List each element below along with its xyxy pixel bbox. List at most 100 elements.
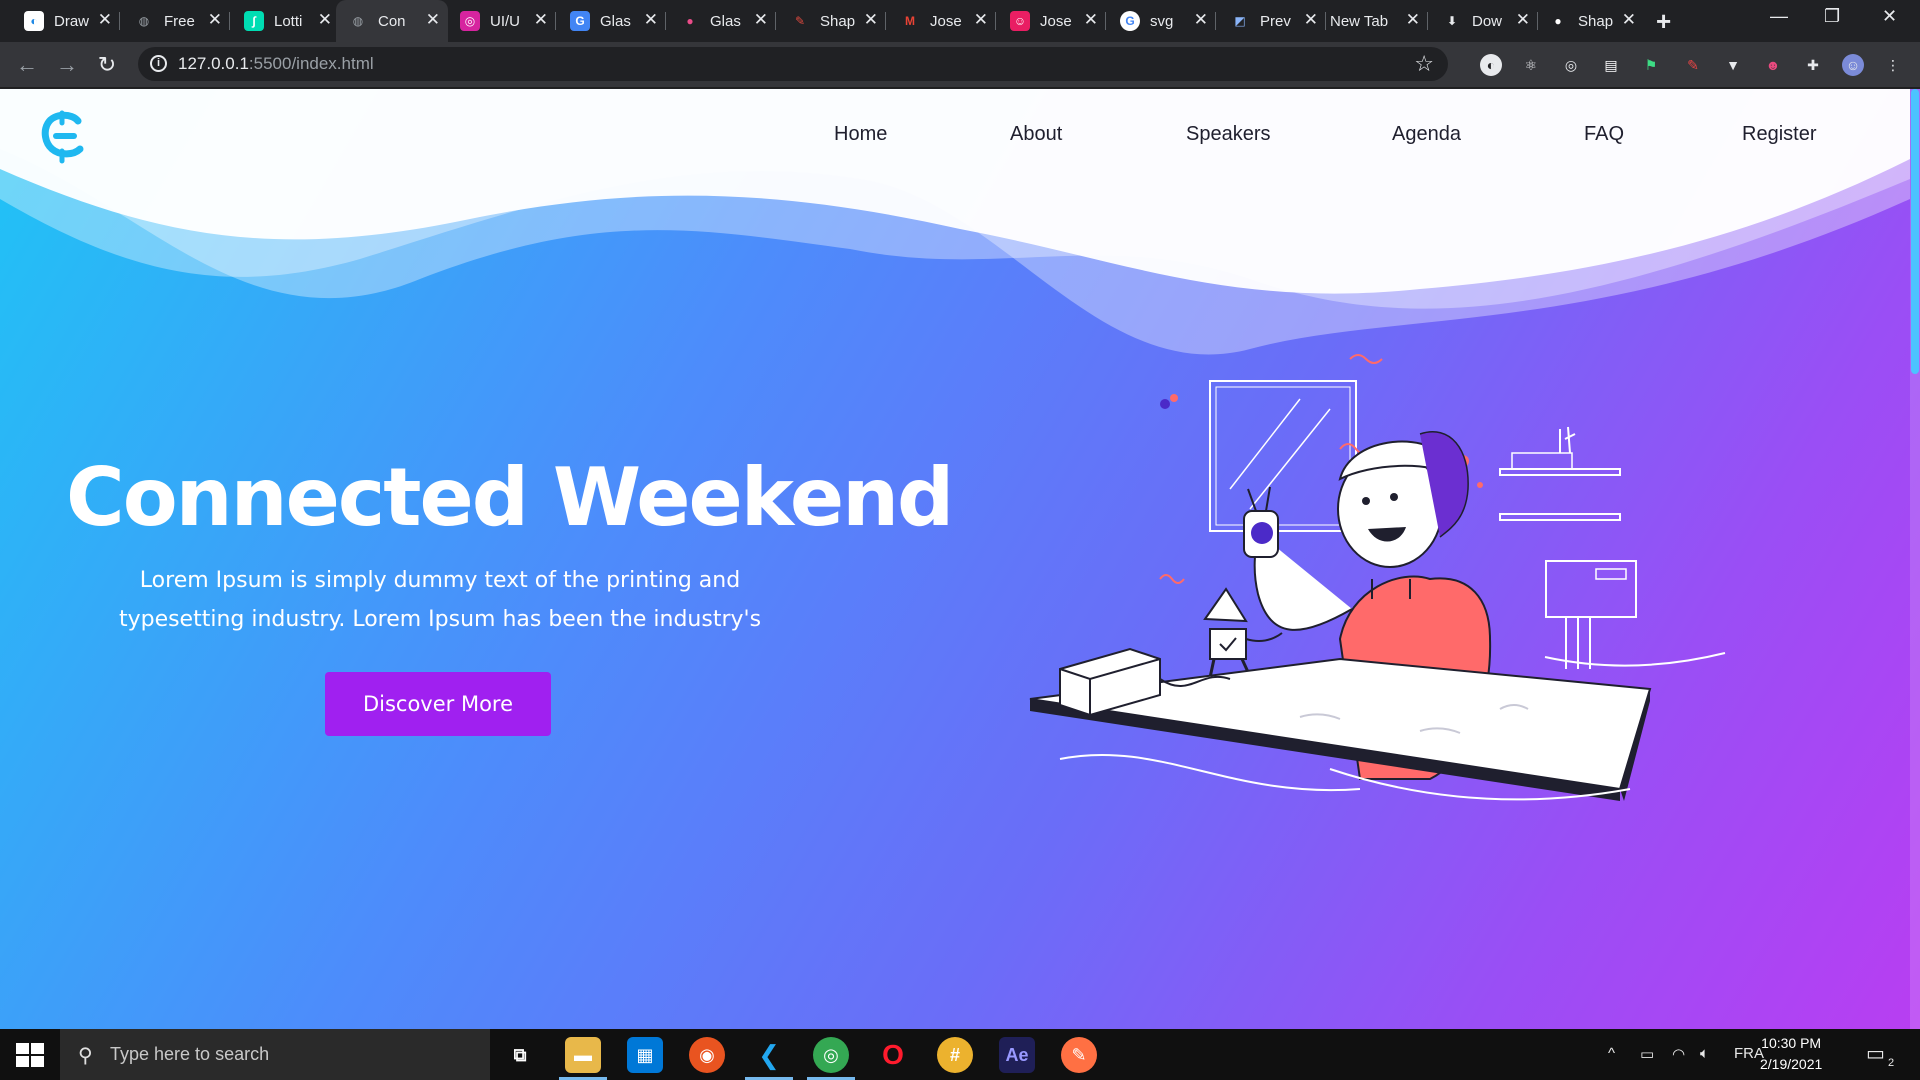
tab-draw[interactable]: ◐ Draw ✕: [12, 8, 120, 34]
system-clock[interactable]: 10:30 PM 2/19/2021: [1760, 1033, 1822, 1075]
tab-shap-2[interactable]: ● Shap ✕: [1536, 8, 1644, 34]
shape-icon: ✎: [794, 14, 806, 28]
after-effects-icon[interactable]: Ae: [999, 1037, 1035, 1073]
forward-arrow-icon[interactable]: →: [52, 50, 82, 80]
tab-title: Shap: [1578, 12, 1614, 30]
close-icon[interactable]: ✕: [1516, 10, 1530, 30]
wifi-icon[interactable]: ◠: [1672, 1045, 1685, 1063]
tab-title: Con: [378, 12, 406, 30]
react-devtools-icon[interactable]: ⚛: [1520, 54, 1542, 76]
tab-title: Lotti: [274, 12, 303, 30]
nav-home[interactable]: Home: [834, 123, 887, 146]
address-bar[interactable]: i 127.0.0.1:5500/index.html ☆: [138, 47, 1448, 81]
site-header: Home About Speakers Agenda FAQ Register: [0, 89, 1910, 189]
flag-icon[interactable]: ⚑: [1640, 54, 1662, 76]
nav-about[interactable]: About: [1010, 123, 1062, 146]
nav-speakers[interactable]: Speakers: [1186, 123, 1271, 146]
new-tab-button[interactable]: +: [1656, 6, 1671, 37]
url-text[interactable]: 127.0.0.1:5500/index.html: [178, 54, 374, 74]
close-icon[interactable]: ✕: [1406, 10, 1420, 30]
tab-new-tab[interactable]: New Tab ✕: [1318, 8, 1428, 34]
avatar[interactable]: ☺: [1842, 54, 1864, 76]
scrollbar-thumb[interactable]: [1911, 89, 1919, 374]
tab-svg[interactable]: G svg ✕: [1108, 8, 1216, 34]
reload-icon[interactable]: ↻: [92, 50, 122, 80]
close-icon[interactable]: ✕: [974, 10, 988, 30]
nav-agenda[interactable]: Agenda: [1392, 123, 1461, 146]
bookmark-star-icon[interactable]: ☆: [1414, 51, 1434, 77]
notes-icon[interactable]: ▤: [1600, 54, 1622, 76]
site-logo[interactable]: [40, 109, 90, 165]
taskbar-search[interactable]: ⚲ Type here to search: [60, 1029, 490, 1080]
battery-icon[interactable]: ▭: [1640, 1045, 1654, 1063]
search-icon: ⚲: [78, 1045, 93, 1067]
tab-title: Jose: [1040, 12, 1072, 30]
tab-lottie[interactable]: ∫ Lotti ✕: [232, 8, 340, 34]
close-icon[interactable]: ✕: [1194, 10, 1208, 30]
chevron-up-icon[interactable]: ^: [1608, 1045, 1615, 1062]
tab-title: UI/U: [490, 12, 520, 30]
download-icon: ⬇: [1446, 14, 1458, 28]
close-icon[interactable]: ✕: [426, 10, 440, 30]
url-host: 127.0.0.1: [178, 54, 249, 73]
close-icon[interactable]: ✕: [864, 10, 878, 30]
close-icon[interactable]: ✕: [754, 10, 768, 30]
close-icon[interactable]: ✕: [318, 10, 332, 30]
tab-title: Glas: [600, 12, 631, 30]
tab-glas-1[interactable]: G Glas ✕: [558, 8, 666, 34]
close-icon[interactable]: ✕: [208, 10, 222, 30]
close-icon[interactable]: ✕: [1622, 10, 1636, 30]
tab-prev[interactable]: ◩ Prev ✕: [1218, 8, 1326, 34]
minimize-icon[interactable]: —: [1770, 6, 1788, 27]
sketch-pen-icon[interactable]: ✎: [1061, 1037, 1097, 1073]
tab-title: Prev: [1260, 12, 1291, 30]
close-icon[interactable]: ✕: [98, 10, 112, 30]
tab-uiux[interactable]: ◎ UI/U ✕: [448, 8, 556, 34]
windows-start-icon[interactable]: [14, 1041, 46, 1069]
close-icon[interactable]: ✕: [1084, 10, 1098, 30]
nav-faq[interactable]: FAQ: [1584, 123, 1624, 146]
close-icon[interactable]: ✕: [534, 10, 548, 30]
store-icon[interactable]: ▦: [627, 1037, 663, 1073]
preview-icon: ◩: [1234, 14, 1246, 28]
pen-extension-icon[interactable]: ✎: [1682, 54, 1704, 76]
clock-time: 10:30 PM: [1761, 1035, 1822, 1051]
url-path: :5500/index.html: [248, 54, 374, 73]
notification-center-icon[interactable]: ▭: [1866, 1041, 1885, 1066]
dribbble-icon: ●: [686, 14, 694, 28]
back-arrow-icon[interactable]: ←: [12, 50, 42, 80]
nav-register[interactable]: Register: [1742, 123, 1816, 146]
ubuntu-icon[interactable]: ◉: [689, 1037, 725, 1073]
vue-devtools-icon[interactable]: ▼: [1722, 54, 1744, 76]
tab-jose-gmail[interactable]: M Jose ✕: [888, 8, 996, 34]
page-scrollbar[interactable]: [1910, 89, 1920, 1029]
chrome-icon[interactable]: ◎: [807, 1037, 855, 1080]
google-icon: G: [1120, 11, 1140, 31]
file-explorer-icon[interactable]: ▬: [559, 1037, 607, 1080]
tab-connected-active[interactable]: ◍ Con ✕: [336, 0, 448, 42]
tab-download[interactable]: ⬇ Dow ✕: [1430, 8, 1538, 34]
slack-icon[interactable]: #: [937, 1037, 973, 1073]
task-view-icon[interactable]: ⧉: [502, 1037, 538, 1073]
vscode-icon[interactable]: ❮: [745, 1037, 793, 1080]
opera-icon[interactable]: O: [875, 1037, 911, 1073]
extensions-puzzle-icon[interactable]: ✚: [1802, 54, 1824, 76]
globe-icon: ◍: [138, 14, 150, 28]
notification-badge: 2: [1888, 1057, 1895, 1069]
restore-icon[interactable]: ❐: [1824, 6, 1840, 27]
tab-glas-2[interactable]: ● Glas ✕: [668, 8, 776, 34]
extension-icon[interactable]: ◐: [1480, 54, 1502, 76]
tab-title: Jose: [930, 12, 962, 30]
tab-free[interactable]: ◍ Free ✕: [122, 8, 230, 34]
target-icon[interactable]: ◎: [1560, 54, 1582, 76]
tab-jose-profile[interactable]: ☺ Jose ✕: [998, 8, 1106, 34]
tab-shap-1[interactable]: ✎ Shap ✕: [778, 8, 886, 34]
kebab-menu-icon[interactable]: ⋮: [1882, 54, 1904, 76]
close-window-icon[interactable]: ✕: [1882, 6, 1897, 27]
close-icon[interactable]: ✕: [644, 10, 658, 30]
volume-icon[interactable]: 🔈︎: [1700, 1045, 1709, 1062]
info-icon[interactable]: i: [150, 55, 167, 72]
close-icon[interactable]: ✕: [1304, 10, 1318, 30]
cat-extension-icon[interactable]: ☻: [1762, 54, 1784, 76]
discover-more-button[interactable]: Discover More: [325, 672, 551, 736]
